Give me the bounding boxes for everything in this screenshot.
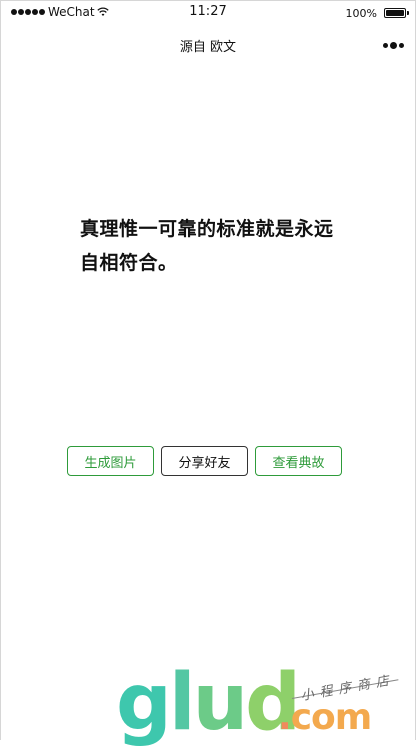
more-options-icon[interactable]	[383, 42, 404, 49]
quote-text: 真理惟一可靠的标准就是永远 自相符合。	[80, 212, 340, 280]
nav-bar: 源自 欧文	[0, 28, 416, 60]
battery-percent: 100%	[345, 7, 377, 20]
share-friend-button[interactable]: 分享好友	[161, 446, 248, 476]
battery-icon	[384, 8, 409, 18]
view-source-button[interactable]: 查看典故	[255, 446, 342, 476]
generate-image-button[interactable]: 生成图片	[67, 446, 154, 476]
status-bar: WeChat 11:27 100%	[0, 0, 416, 28]
phone-frame	[0, 0, 416, 740]
watermark-logo: glud	[116, 658, 301, 748]
page-title: 源自 欧文	[179, 40, 237, 55]
watermark-domain: .com	[278, 697, 372, 738]
quote-line-1: 真理惟一可靠的标准就是永远	[80, 218, 334, 240]
quote-line-2: 自相符合。	[80, 252, 178, 274]
